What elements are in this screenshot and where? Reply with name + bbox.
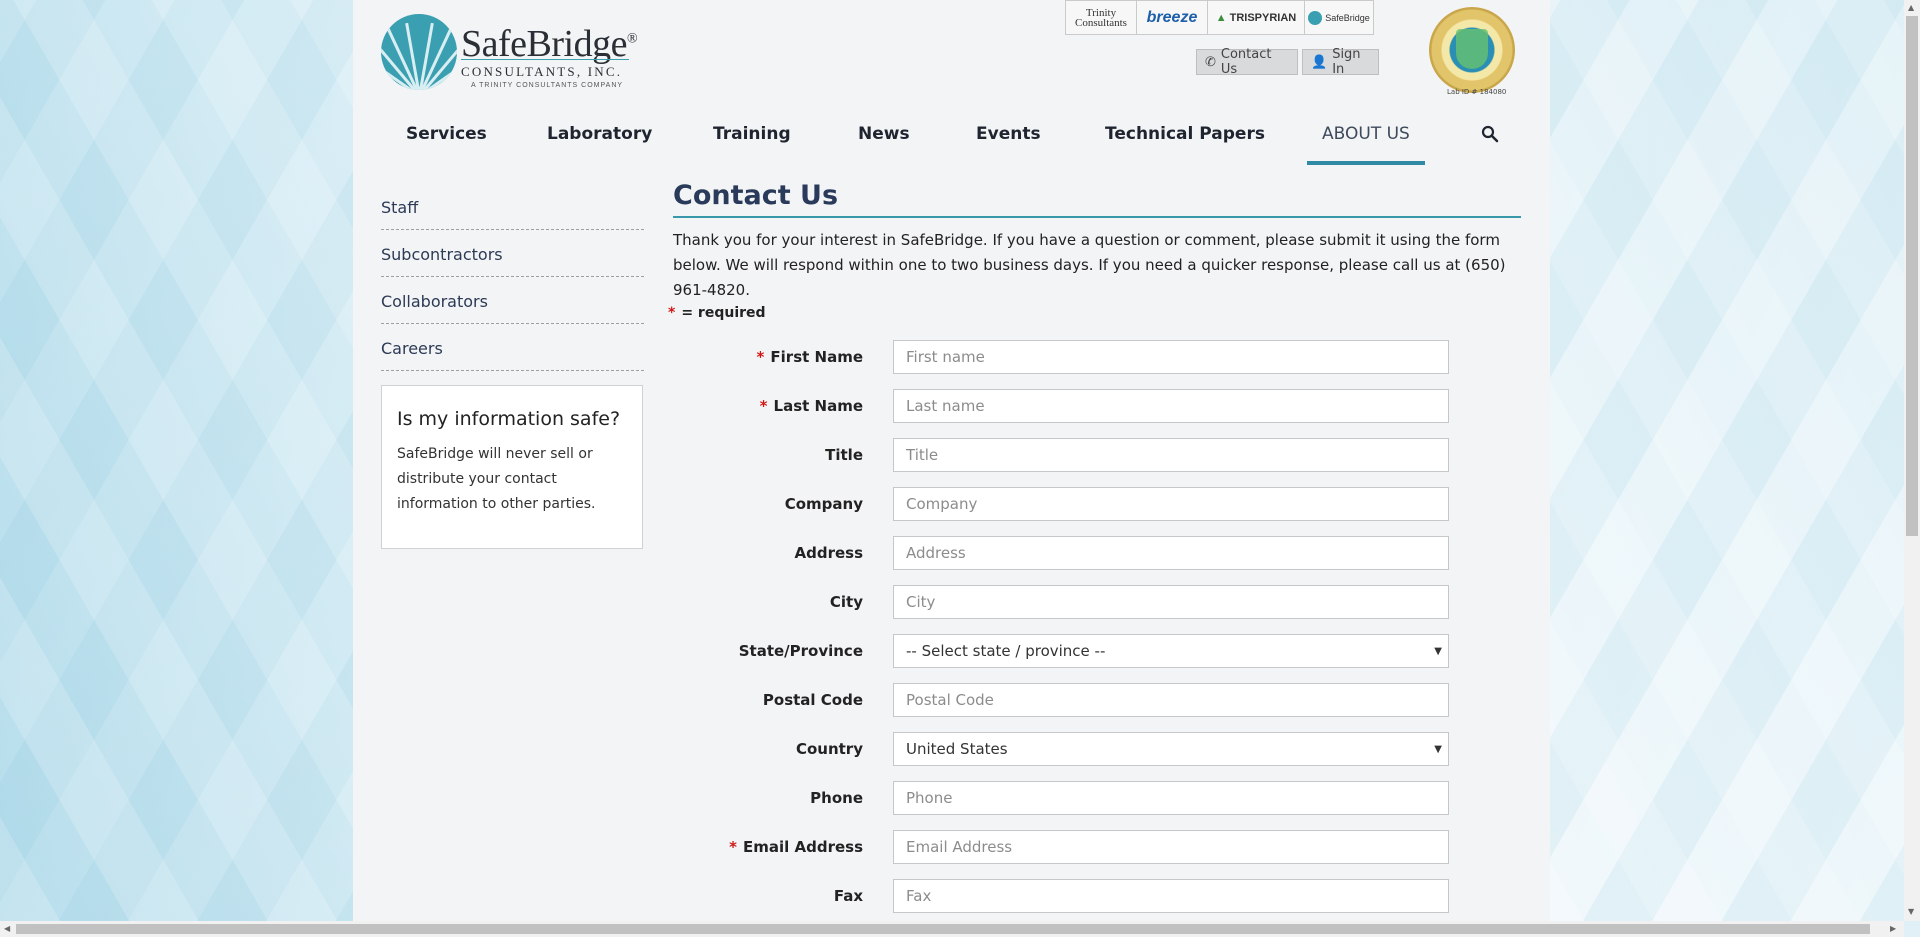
user-icon: 👤 — [1311, 54, 1328, 70]
address-field[interactable] — [893, 536, 1449, 570]
scroll-right-icon[interactable]: ▶ — [1890, 924, 1896, 933]
leaf-icon: ▲ — [1215, 11, 1227, 24]
phone-field[interactable] — [893, 781, 1449, 815]
chevron-down-icon: ▼ — [1434, 645, 1442, 657]
seal-caption: Lab ID # 184080 — [1447, 88, 1507, 96]
required-legend: * = required — [668, 305, 766, 321]
company-label: Company — [784, 495, 863, 513]
logo-subtitle: CONSULTANTS, INC. — [461, 64, 623, 79]
privacy-info-box: Is my information safe? SafeBridge will … — [381, 385, 643, 549]
safebridge-logo[interactable]: SafeBridge® CONSULTANTS, INC. A TRINITY … — [381, 14, 638, 94]
state-label: State/Province — [738, 642, 863, 660]
horizontal-scrollbar[interactable]: ◀ ▶ — [0, 921, 1904, 937]
page-title: Contact Us — [673, 180, 839, 211]
city-field[interactable] — [893, 585, 1449, 619]
last-name-label: * Last Name — [759, 397, 863, 415]
email-field[interactable] — [893, 830, 1449, 864]
postal-code-field[interactable] — [893, 683, 1449, 717]
city-label: City — [829, 593, 863, 611]
search-icon[interactable] — [1481, 125, 1499, 143]
partner-trinity[interactable]: Trinity Consultants — [1066, 1, 1137, 34]
title-field[interactable] — [893, 438, 1449, 472]
horizontal-scroll-thumb[interactable] — [16, 924, 1870, 934]
logo-divider — [461, 59, 629, 60]
company-field[interactable] — [893, 487, 1449, 521]
postal-code-label: Postal Code — [762, 691, 863, 709]
nav-events[interactable]: Events — [976, 124, 1041, 144]
partner-logos: Trinity Consultants breeze ▲ TRISPYRIAN S… — [1065, 0, 1374, 35]
logo-mark-icon — [381, 14, 457, 90]
phone-icon: ✆ — [1205, 54, 1216, 70]
scroll-up-icon[interactable]: ▲ — [1908, 3, 1914, 12]
nav-about-us[interactable]: ABOUT US — [1322, 124, 1410, 144]
accreditation-seal-icon — [1429, 7, 1515, 93]
info-box-body: SafeBridge will never sell or distribute… — [397, 446, 596, 512]
nav-news[interactable]: News — [858, 124, 910, 144]
required-star: * — [668, 305, 676, 321]
phone-label: Phone — [810, 789, 863, 807]
address-label: Address — [794, 544, 863, 562]
scroll-left-icon[interactable]: ◀ — [4, 924, 10, 933]
vertical-scrollbar[interactable]: ▲ ▼ — [1904, 0, 1920, 921]
sidebar-item-collaborators[interactable]: Collaborators — [381, 292, 644, 324]
title-underline — [673, 216, 1521, 218]
sign-in-button[interactable]: 👤 Sign In — [1302, 47, 1379, 77]
sidebar-item-careers[interactable]: Careers — [381, 339, 644, 371]
email-label: * Email Address — [729, 838, 863, 856]
sidebar-item-staff[interactable]: Staff — [381, 198, 644, 230]
last-name-field[interactable] — [893, 389, 1449, 423]
sidebar-item-subcontractors[interactable]: Subcontractors — [381, 245, 644, 277]
scroll-down-icon[interactable]: ▼ — [1908, 907, 1914, 916]
contact-us-button[interactable]: ✆ Contact Us — [1196, 47, 1298, 77]
nav-services[interactable]: Services — [406, 124, 487, 144]
partner-trispyrian[interactable]: ▲ TRISPYRIAN — [1208, 1, 1305, 34]
main-nav: Services Laboratory Training News Events… — [353, 110, 1550, 166]
safebridge-mini-icon — [1308, 10, 1323, 25]
country-select[interactable]: United States ▼ — [893, 732, 1449, 766]
first-name-field[interactable] — [893, 340, 1449, 374]
partner-safebridge[interactable]: SafeBridge — [1305, 1, 1373, 34]
nav-training[interactable]: Training — [713, 124, 791, 144]
fax-field[interactable] — [893, 879, 1449, 913]
partner-breeze[interactable]: breeze — [1137, 1, 1208, 34]
first-name-label: * First Name — [756, 348, 863, 366]
chevron-down-icon: ▼ — [1434, 743, 1442, 755]
title-label: Title — [825, 446, 863, 464]
fax-label: Fax — [833, 887, 863, 905]
vertical-scroll-thumb[interactable] — [1906, 16, 1918, 536]
nav-active-indicator — [1307, 161, 1425, 165]
info-box-title: Is my information safe? — [397, 408, 621, 430]
state-select[interactable]: -- Select state / province -- ▼ — [893, 634, 1449, 668]
page-container: SafeBridge® CONSULTANTS, INC. A TRINITY … — [353, 0, 1550, 921]
intro-text: Thank you for your interest in SafeBridg… — [673, 231, 1506, 299]
logo-tagline: A TRINITY CONSULTANTS COMPANY — [471, 82, 624, 89]
nav-laboratory[interactable]: Laboratory — [547, 124, 652, 144]
country-label: Country — [795, 740, 863, 758]
nav-technical-papers[interactable]: Technical Papers — [1105, 124, 1265, 144]
